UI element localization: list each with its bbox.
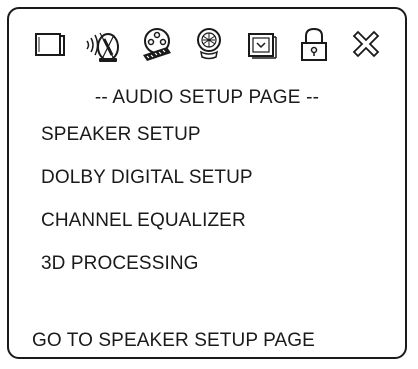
lock-icon[interactable]	[294, 25, 334, 65]
page-title: -- AUDIO SETUP PAGE --	[94, 87, 320, 108]
exit-icon[interactable]	[346, 25, 386, 65]
menu-item-dolby-digital-setup[interactable]: DOLBY DIGITAL SETUP	[41, 167, 253, 189]
menu-item-channel-equalizer[interactable]: CHANNEL EQUALIZER	[41, 210, 246, 232]
menu-item-speaker-setup[interactable]: SPEAKER SETUP	[41, 124, 201, 146]
status-hint: GO TO SPEAKER SETUP PAGE	[32, 330, 315, 351]
preference-icon[interactable]	[189, 25, 229, 65]
setup-box-icon[interactable]	[242, 25, 282, 65]
tv-icon[interactable]	[30, 25, 70, 65]
video-film-reel-icon[interactable]	[137, 25, 177, 65]
osd-panel: -- AUDIO SETUP PAGE -- SPEAKER SETUP DOL…	[7, 7, 407, 359]
menu-item-3d-processing[interactable]: 3D PROCESSING	[41, 253, 199, 275]
setup-icon-bar	[9, 25, 405, 65]
audio-speaker-icon[interactable]	[84, 25, 124, 65]
